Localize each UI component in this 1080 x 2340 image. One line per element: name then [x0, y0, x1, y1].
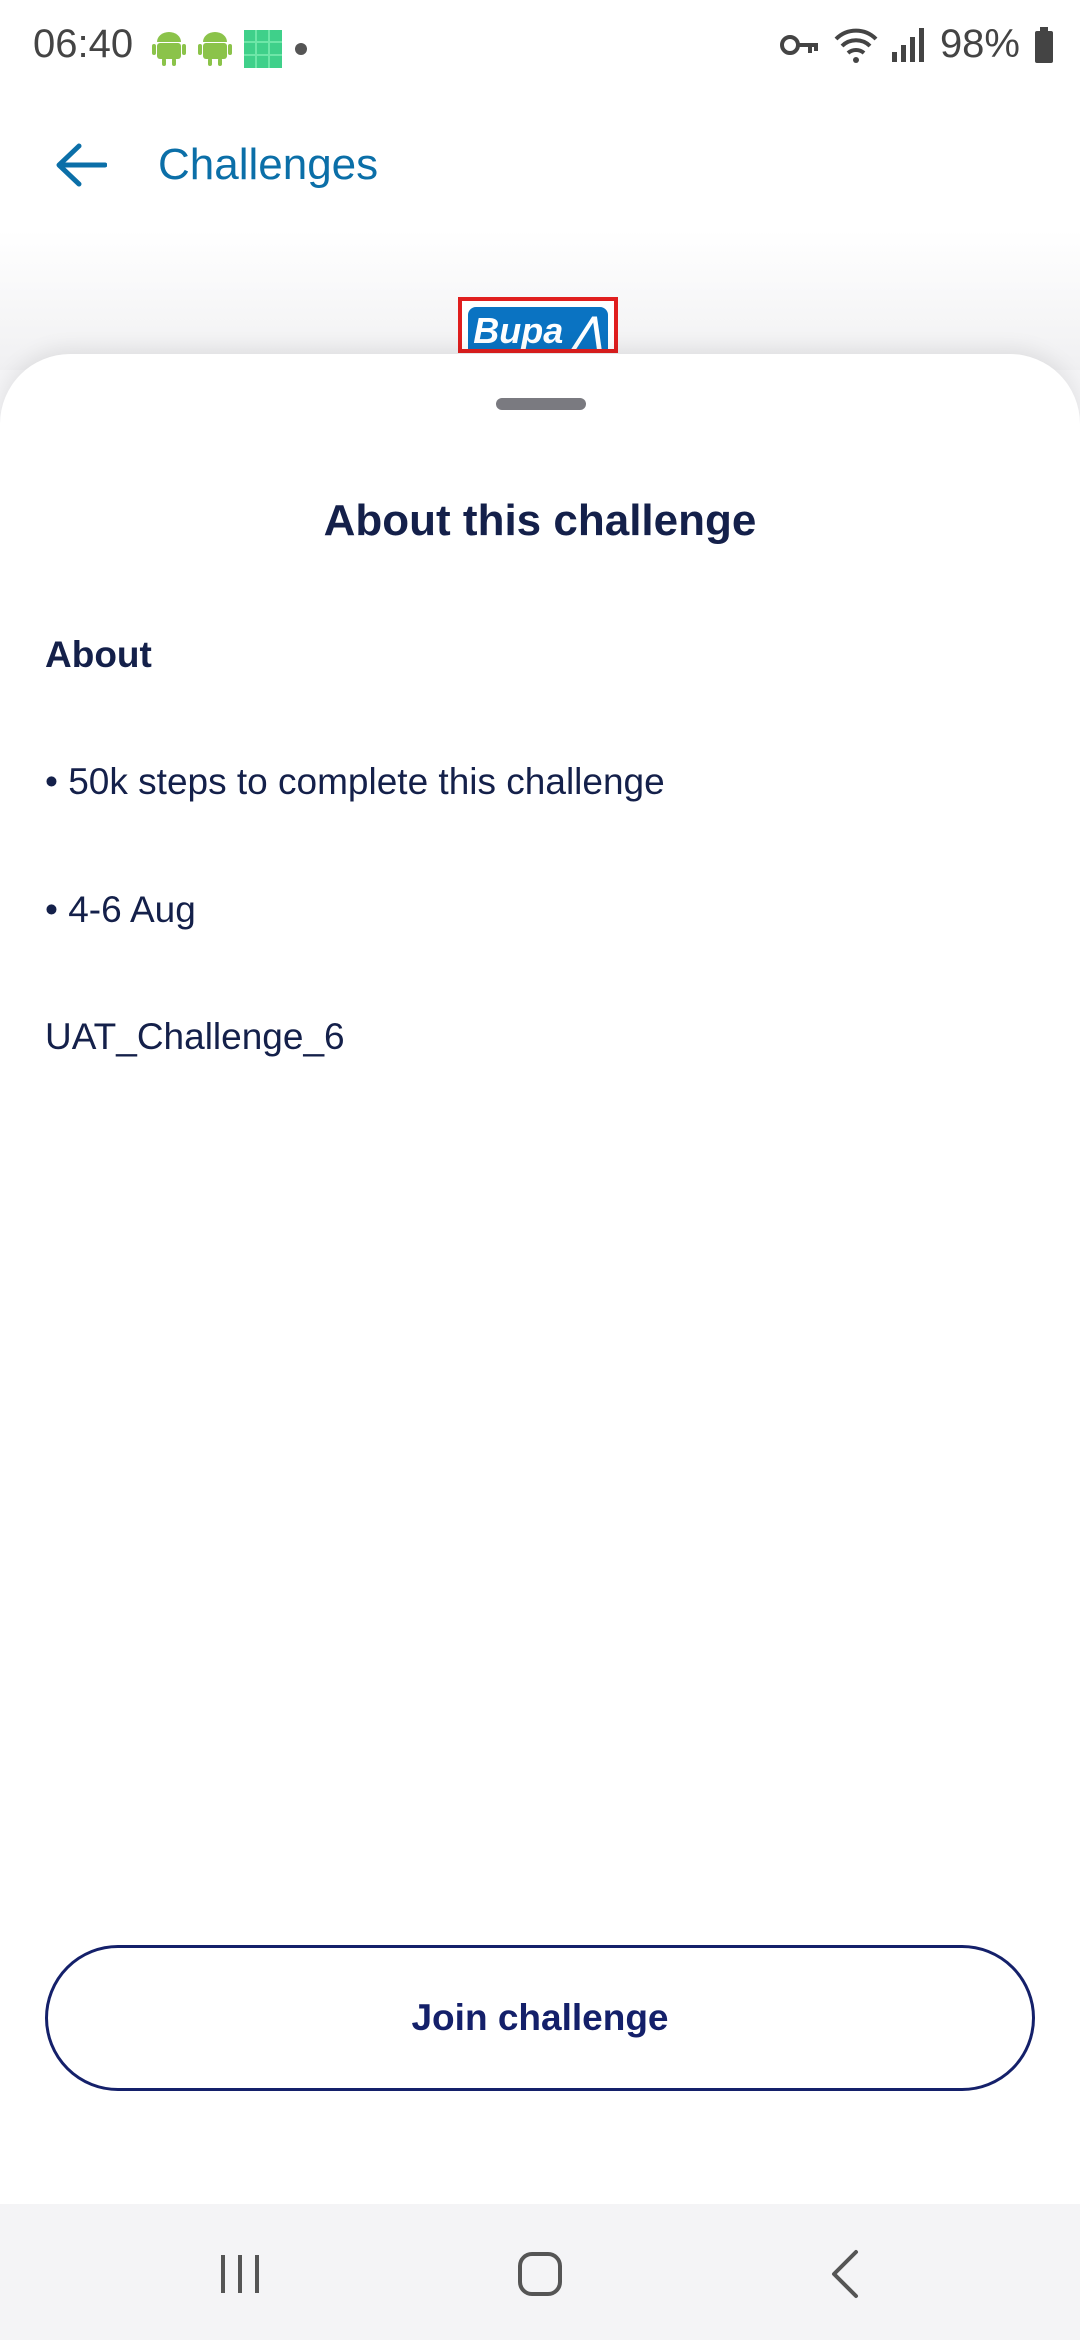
back-icon — [832, 2250, 858, 2298]
home-icon — [518, 2252, 562, 2296]
system-nav-bar — [0, 2204, 1080, 2340]
challenge-name: UAT_Challenge_6 — [45, 1016, 345, 1057]
notification-icons — [152, 30, 308, 68]
recent-apps-icon — [221, 2255, 259, 2293]
about-challenge-sheet: About this challenge About • 50k steps t… — [0, 354, 1080, 2204]
battery-percentage: 98% — [939, 22, 1020, 66]
logo-text: Bupa ⋀ — [468, 307, 608, 349]
list-item: • 4-6 Aug — [45, 889, 196, 930]
app-bar: Challenges — [0, 100, 1080, 230]
battery-icon — [1035, 26, 1053, 63]
app-grid-icon — [244, 30, 282, 68]
signal-icon — [891, 27, 924, 62]
arrow-left-icon — [56, 143, 107, 187]
wifi-icon — [834, 28, 878, 63]
page-title: Challenges — [158, 140, 379, 189]
about-heading: About — [45, 634, 152, 675]
list-item: • 50k steps to complete this challenge — [45, 761, 665, 802]
back-button[interactable] — [46, 130, 116, 200]
home-button[interactable] — [500, 2234, 580, 2314]
sheet-drag-handle[interactable] — [496, 398, 586, 410]
status-bar: 06:40 98% — [0, 0, 1080, 100]
nav-back-button[interactable] — [804, 2234, 884, 2314]
key-icon — [779, 34, 818, 55]
sheet-title: About this challenge — [323, 496, 757, 545]
system-icons: 98% — [779, 22, 1054, 67]
status-time: 06:40 — [33, 22, 134, 66]
dot-icon — [295, 43, 307, 55]
recent-apps-button[interactable] — [200, 2234, 280, 2314]
android-icon — [152, 32, 186, 66]
bupa-logo: Bupa ⋀ — [458, 297, 618, 353]
android-icon — [198, 32, 232, 66]
join-challenge-button[interactable]: Join challenge — [45, 1945, 1035, 2091]
